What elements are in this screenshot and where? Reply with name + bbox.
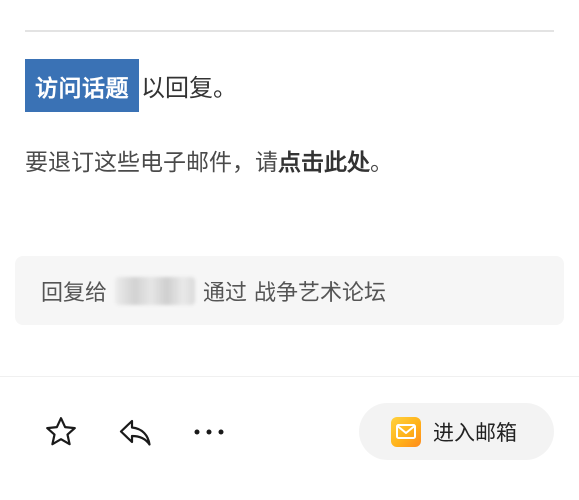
reply-instruction: 访问话题 以回复。 (25, 59, 237, 112)
unsubscribe-link[interactable]: 点击此处 (278, 150, 370, 176)
bottom-divider (0, 376, 579, 377)
reply-to-card[interactable]: 回复给 通过 战争艺术论坛 (15, 256, 564, 325)
star-icon[interactable] (43, 414, 79, 450)
unsubscribe-suffix: 。 (370, 150, 393, 176)
open-mailbox-label: 进入邮箱 (433, 420, 517, 445)
reply-to-prefix: 回复给 (41, 280, 108, 306)
open-mailbox-button[interactable]: 进入邮箱 (359, 403, 554, 460)
top-divider (25, 30, 554, 32)
reply-instruction-text: 以回复。 (141, 74, 237, 102)
reply-to-via: 通过 战争艺术论坛 (203, 280, 387, 306)
unsubscribe-line: 要退订这些电子邮件，请点击此处。 (25, 143, 393, 177)
more-icon[interactable] (190, 414, 228, 450)
unsubscribe-prefix: 要退订这些电子邮件，请 (25, 150, 278, 176)
visit-topic-button[interactable]: 访问话题 (25, 59, 139, 112)
blurred-recipient-name (115, 276, 196, 305)
reply-icon[interactable] (116, 414, 154, 450)
mail-icon (391, 416, 421, 447)
